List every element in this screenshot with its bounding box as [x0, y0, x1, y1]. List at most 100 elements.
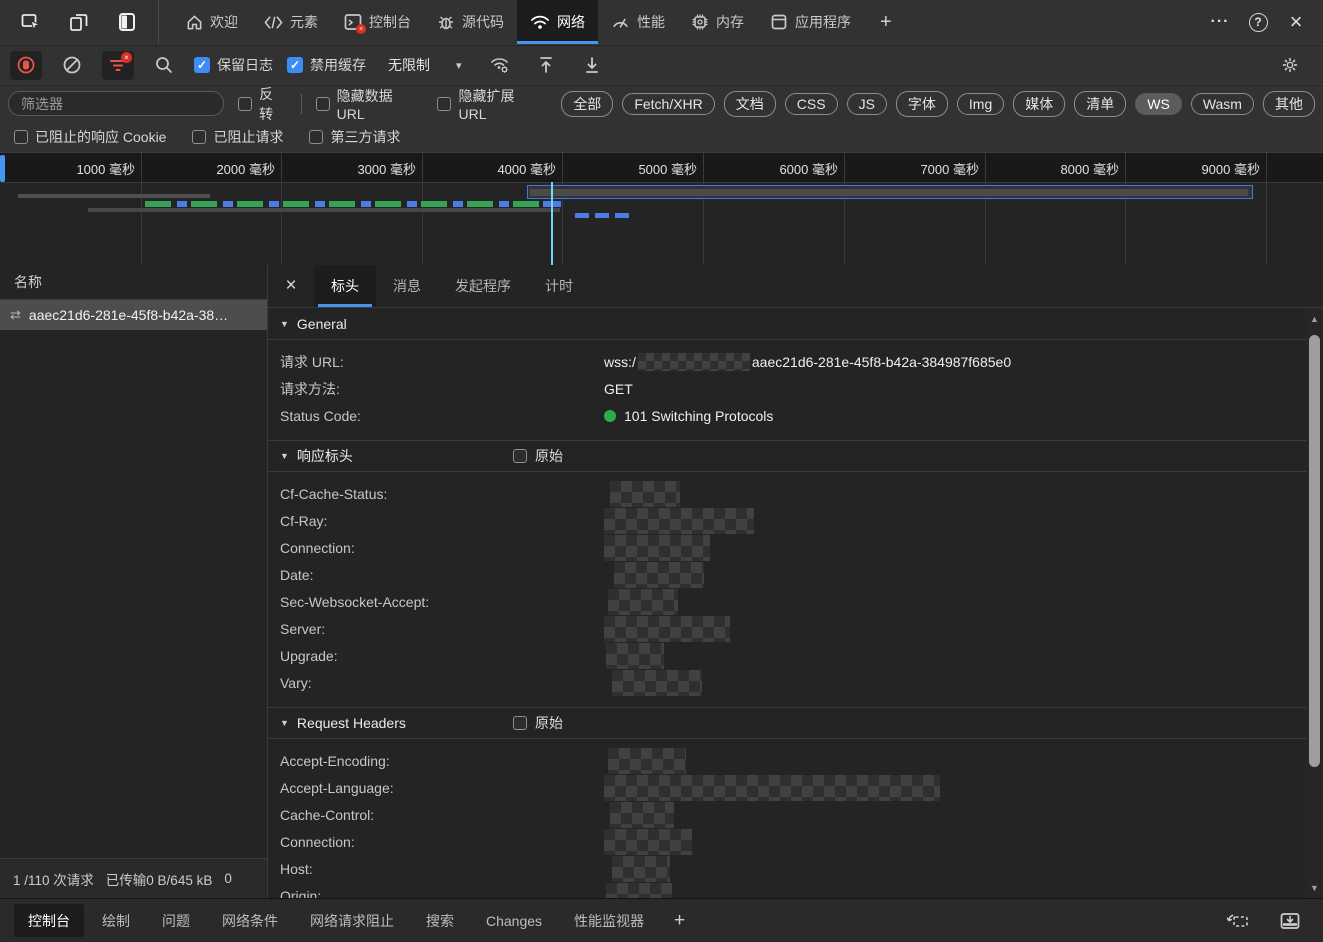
tab-sources[interactable]: 源代码: [424, 0, 517, 44]
request-raw-checkbox[interactable]: [513, 716, 527, 730]
third-party-requests-toggle[interactable]: 第三方请求: [309, 127, 400, 147]
blocked-requests-toggle[interactable]: 已阻止请求: [192, 127, 283, 147]
filter-pill-other[interactable]: 其他: [1262, 90, 1315, 117]
third-party-requests-checkbox[interactable]: [309, 129, 324, 144]
general-section-header[interactable]: ▼ General: [268, 309, 1306, 340]
invert-filter-toggle[interactable]: 反转: [238, 84, 287, 124]
drawer-tab-changes[interactable]: Changes: [472, 904, 556, 937]
filter-input[interactable]: [8, 91, 225, 116]
device-emulation-icon[interactable]: [66, 9, 92, 35]
blocked-response-cookies-label: 已阻止的响应 Cookie: [35, 128, 167, 145]
blocked-response-cookies-toggle[interactable]: 已阻止的响应 Cookie: [14, 127, 166, 147]
disable-cache-checkbox[interactable]: ✓: [287, 57, 303, 73]
drawer-tab-network-request-blocking[interactable]: 网络请求阻止: [296, 904, 408, 937]
export-har-icon[interactable]: [576, 51, 608, 80]
add-panel-button[interactable]: +: [864, 0, 908, 44]
filter-icon[interactable]: ×: [102, 50, 134, 80]
add-drawer-tab-button[interactable]: +: [660, 899, 699, 942]
drawer-tab-rendering[interactable]: 绘制: [88, 904, 144, 937]
overview-left-grip[interactable]: [0, 155, 5, 182]
scroll-up-icon[interactable]: ▲: [1306, 311, 1323, 327]
tab-console[interactable]: × 控制台: [331, 0, 424, 44]
filter-pill-media[interactable]: 媒体: [1013, 90, 1066, 117]
response-headers-section-header[interactable]: ▼ 响应标头 原始: [268, 441, 1306, 472]
request-raw-toggle[interactable]: 原始: [513, 713, 563, 733]
focus-panel-icon[interactable]: [114, 9, 140, 35]
disclosure-triangle-icon: ▼: [280, 451, 289, 461]
settings-gear-icon[interactable]: [1281, 51, 1313, 80]
filter-pill-wasm[interactable]: Wasm: [1190, 92, 1254, 115]
network-overview-timeline[interactable]: 1000 毫秒 2000 毫秒 3000 毫秒 4000 毫秒 5000 毫秒 …: [0, 153, 1323, 265]
tab-welcome[interactable]: 欢迎: [173, 0, 251, 44]
websocket-icon: ⇄: [10, 307, 21, 322]
header-row: Vary:: [268, 669, 1306, 696]
tick-label: 3000 毫秒: [357, 162, 416, 177]
chevron-down-icon: ▾: [456, 59, 462, 72]
invert-checkbox[interactable]: [238, 96, 253, 111]
drawer-tab-search[interactable]: 搜索: [412, 904, 468, 937]
scrollbar-thumb[interactable]: [1309, 335, 1320, 767]
close-details-icon[interactable]: ×: [268, 265, 314, 307]
hide-data-url-toggle[interactable]: 隐藏数据 URL: [315, 86, 424, 122]
hide-data-url-checkbox[interactable]: [315, 96, 330, 111]
disclosure-triangle-icon: ▼: [280, 718, 289, 728]
disable-cache-toggle[interactable]: ✓ 禁用缓存: [287, 55, 366, 75]
filter-pill-fetch-xhr[interactable]: Fetch/XHR: [622, 92, 715, 115]
tab-memory[interactable]: 内存: [678, 0, 757, 44]
dock-to-bottom-icon[interactable]: [1277, 908, 1303, 934]
scroll-down-icon[interactable]: ▼: [1306, 880, 1323, 896]
tab-elements[interactable]: 元素: [251, 0, 331, 44]
filter-pill-css[interactable]: CSS: [784, 92, 838, 115]
filter-pill-ws[interactable]: WS: [1135, 92, 1182, 115]
hide-extension-url-toggle[interactable]: 隐藏扩展 URL: [437, 86, 545, 122]
redacted-value: [608, 588, 678, 615]
record-network-log-button[interactable]: [10, 50, 42, 80]
filter-pill-manifest[interactable]: 清单: [1074, 90, 1127, 117]
details-scrollbar[interactable]: ▲ ▼: [1306, 309, 1323, 898]
name-column-header[interactable]: 名称: [0, 265, 267, 300]
drawer-tab-console[interactable]: 控制台: [14, 904, 84, 937]
hide-extension-url-checkbox[interactable]: [437, 96, 452, 111]
response-raw-checkbox[interactable]: [513, 449, 527, 463]
help-icon[interactable]: ?: [1243, 7, 1273, 37]
drawer-tab-performance-monitor[interactable]: 性能监视器: [560, 904, 658, 937]
network-filter-bar: 反转 隐藏数据 URL 隐藏扩展 URL 全部 Fetch/XHR 文档 CSS…: [0, 84, 1323, 124]
clear-network-log-icon[interactable]: [56, 51, 88, 80]
drawer-tab-issues[interactable]: 问题: [148, 904, 204, 937]
tab-network[interactable]: 网络: [517, 0, 598, 44]
tab-label: 控制台: [369, 14, 411, 30]
tab-performance[interactable]: 性能: [598, 0, 678, 44]
blocked-requests-checkbox[interactable]: [192, 129, 207, 144]
header-row: Date:: [268, 561, 1306, 588]
response-raw-toggle[interactable]: 原始: [513, 446, 563, 466]
rotate-device-icon[interactable]: [1225, 908, 1251, 934]
filter-pill-all[interactable]: 全部: [561, 90, 614, 117]
request-row[interactable]: ⇄ aaec21d6-281e-45f8-b42a-38…: [0, 300, 267, 330]
filter-pill-doc[interactable]: 文档: [723, 90, 776, 117]
gridline: [562, 153, 563, 265]
inspect-element-icon[interactable]: [18, 9, 44, 35]
preserve-log-label: 保留日志: [217, 57, 273, 73]
search-icon[interactable]: [148, 51, 180, 80]
blocked-requests-label: 已阻止请求: [213, 128, 284, 145]
import-har-icon[interactable]: [530, 51, 562, 80]
preserve-log-toggle[interactable]: ✓ 保留日志: [194, 55, 273, 75]
tab-application[interactable]: 应用程序: [757, 0, 864, 44]
preserve-log-checkbox[interactable]: ✓: [194, 57, 210, 73]
tab-initiator[interactable]: 发起程序: [438, 265, 528, 307]
blocked-response-cookies-checkbox[interactable]: [14, 129, 28, 144]
tab-messages[interactable]: 消息: [376, 265, 438, 307]
tab-headers[interactable]: 标头: [314, 265, 376, 307]
drawer-tab-network-conditions[interactable]: 网络条件: [208, 904, 292, 937]
redacted-value: [608, 747, 686, 774]
throttling-dropdown[interactable]: 无限制 ▾: [380, 52, 470, 78]
close-devtools-icon[interactable]: ×: [1281, 7, 1311, 37]
header-row: Cf-Ray:: [268, 507, 1306, 534]
filter-pill-img[interactable]: Img: [956, 92, 1005, 115]
request-headers-section-header[interactable]: ▼ Request Headers 原始: [268, 708, 1306, 739]
more-options-icon[interactable]: ···: [1205, 7, 1235, 37]
network-conditions-icon[interactable]: [484, 51, 516, 80]
tab-timing[interactable]: 计时: [528, 265, 590, 307]
filter-pill-js[interactable]: JS: [846, 92, 887, 115]
filter-pill-font[interactable]: 字体: [895, 90, 948, 117]
